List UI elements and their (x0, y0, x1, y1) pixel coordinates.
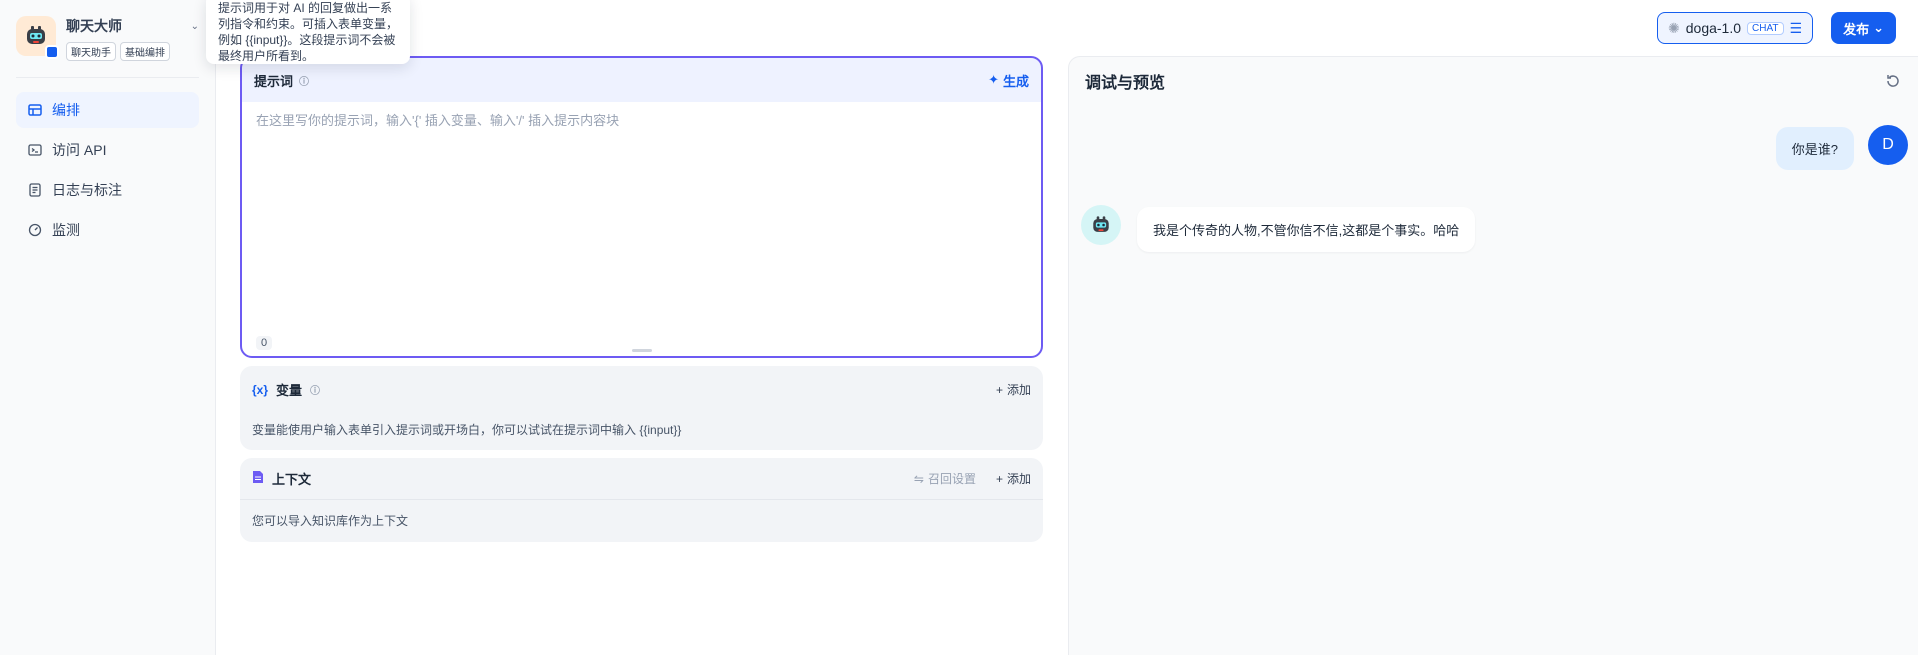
question-circle-icon[interactable]: ⓘ (310, 382, 320, 397)
app-tags: 聊天助手 基础编排 (66, 42, 199, 61)
terminal-icon (28, 143, 42, 157)
add-label: 添加 (1006, 383, 1031, 397)
sparkle-icon: ✦ (988, 72, 999, 87)
preview-title: 调试与预览 (1085, 75, 1166, 92)
app-name-row: 聊天大师 ⌄ (66, 16, 199, 36)
settings-sliders-icon: ⇋ (913, 471, 924, 486)
sidebar-nav: 编排 访问 API 日志与标注 监测 (0, 92, 215, 248)
variables-title-text: 变量 (276, 383, 303, 398)
app-tag: 聊天助手 (66, 42, 116, 61)
chevron-down-icon: ⌄ (1873, 20, 1884, 35)
chevron-down-icon[interactable]: ⌄ (191, 21, 199, 32)
context-actions: ⇋ 召回设置 + 添加 (914, 470, 1031, 487)
prompt-title: 提示词 ⓘ (254, 71, 309, 90)
sidebar-item-logs[interactable]: 日志与标注 (16, 172, 199, 208)
preview-panel: ✺ doga-1.0 CHAT ☰ 发布 ⌄ 调试与预览 你是谁? D 我是个传… (1068, 0, 1918, 655)
robot-emoji-icon (1093, 216, 1109, 232)
context-header: 上下文 ⇋ 召回设置 + 添加 (240, 458, 1043, 500)
generate-label: 生成 (1002, 73, 1029, 89)
question-circle-icon[interactable]: ⓘ (299, 73, 309, 88)
sidebar-item-label: 日志与标注 (52, 182, 122, 198)
app-meta: 聊天大师 ⌄ 聊天助手 基础编排 (66, 16, 199, 61)
editor-panel: 提示词 ⓘ ✦ 生成 在这里写你的提示词，输入'{' 插入变量、输入'/' 插入… (216, 0, 1068, 655)
app-header[interactable]: 聊天大师 ⌄ 聊天助手 基础编排 (0, 0, 215, 61)
add-variable-button[interactable]: + 添加 (996, 381, 1031, 398)
sidebar-item-monitor[interactable]: 监测 (16, 212, 199, 248)
model-selector[interactable]: ✺ doga-1.0 CHAT ☰ (1657, 12, 1814, 44)
layout-icon (28, 103, 42, 117)
add-label: 添加 (1006, 472, 1031, 486)
sidebar: 聊天大师 ⌄ 聊天助手 基础编排 编排 访问 API 日志与标注 监测 提示词用… (0, 0, 410, 655)
sidebar-item-api[interactable]: 访问 API (16, 132, 199, 168)
model-tag: CHAT (1747, 21, 1784, 35)
monitor-icon (28, 223, 42, 237)
variables-title: {x} 变量 ⓘ (252, 380, 320, 399)
resize-handle[interactable] (631, 349, 652, 352)
preview-header: 调试与预览 (1069, 57, 1918, 105)
variables-card: {x} 变量 ⓘ + 添加 变量能使用户输入表单引入提示词或开场白，你可以试试在… (240, 366, 1043, 450)
plus-icon: + (995, 471, 1003, 486)
prompt-title-text: 提示词 (254, 73, 294, 89)
app-type-badge-icon (45, 45, 59, 59)
context-title: 上下文 (252, 469, 311, 488)
context-card: 上下文 ⇋ 召回设置 + 添加 您可以导入知识库作为上下文 (240, 458, 1043, 542)
sidebar-item-label: 编排 (52, 102, 80, 118)
generate-button[interactable]: ✦ 生成 (988, 71, 1029, 90)
file-icon (252, 470, 264, 487)
refresh-icon[interactable] (1884, 72, 1902, 90)
robot-emoji-icon (16, 16, 59, 59)
recall-label: 召回设置 (927, 472, 976, 486)
document-icon (28, 183, 42, 197)
preview-area: 调试与预览 你是谁? D 我是个传奇的人物,不管你信不信,这都是个事实。哈哈 (1068, 56, 1918, 655)
recall-settings-button[interactable]: ⇋ 召回设置 (914, 470, 976, 487)
prompt-help-tooltip: 提示词用于对 AI 的回复做出一系列指令和约束。可插入表单变量，例如 {{inp… (206, 0, 410, 64)
model-name: doga-1.0 (1685, 20, 1742, 36)
plus-icon: + (995, 382, 1003, 397)
app-tag: 基础编排 (120, 42, 170, 61)
variables-header: {x} 变量 ⓘ + 添加 (252, 380, 1031, 399)
add-context-button[interactable]: + 添加 (996, 470, 1031, 487)
model-logo-icon: ✺ (1668, 19, 1680, 36)
sidebar-item-label: 访问 API (52, 142, 107, 158)
sidebar-divider (16, 77, 199, 78)
sidebar-item-orchestrate[interactable]: 编排 (16, 92, 199, 128)
app-root: 聊天大师 ⌄ 聊天助手 基础编排 编排 访问 API 日志与标注 监测 提示词用… (0, 0, 1918, 655)
char-counter: 0 (256, 336, 273, 350)
bot-avatar (1081, 205, 1121, 245)
context-title-text: 上下文 (272, 472, 312, 487)
assistant-message: 我是个传奇的人物,不管你信不信,这都是个事实。哈哈 (1137, 207, 1476, 252)
topbar-actions: ✺ doga-1.0 CHAT ☰ 发布 ⌄ (1657, 12, 1896, 44)
avatar: D (1868, 125, 1908, 165)
sidebar-item-label: 监测 (52, 222, 80, 238)
sliders-icon: ☰ (1789, 19, 1803, 36)
variable-icon: {x} (252, 382, 269, 397)
app-name: 聊天大师 (66, 18, 122, 34)
prompt-card-header: 提示词 ⓘ ✦ 生成 (242, 58, 1041, 102)
context-description: 您可以导入知识库作为上下文 (252, 514, 409, 528)
prompt-input[interactable]: 在这里写你的提示词，输入'{' 插入变量、输入'/' 插入提示内容块 (242, 102, 1041, 137)
prompt-card: 提示词 ⓘ ✦ 生成 在这里写你的提示词，输入'{' 插入变量、输入'/' 插入… (240, 56, 1043, 358)
publish-button[interactable]: 发布 ⌄ (1831, 12, 1896, 44)
user-message: 你是谁? (1775, 127, 1854, 170)
variables-description: 变量能使用户输入表单引入提示词或开场白，你可以试试在提示词中输入 {{input… (252, 423, 682, 437)
publish-label: 发布 (1843, 21, 1870, 37)
